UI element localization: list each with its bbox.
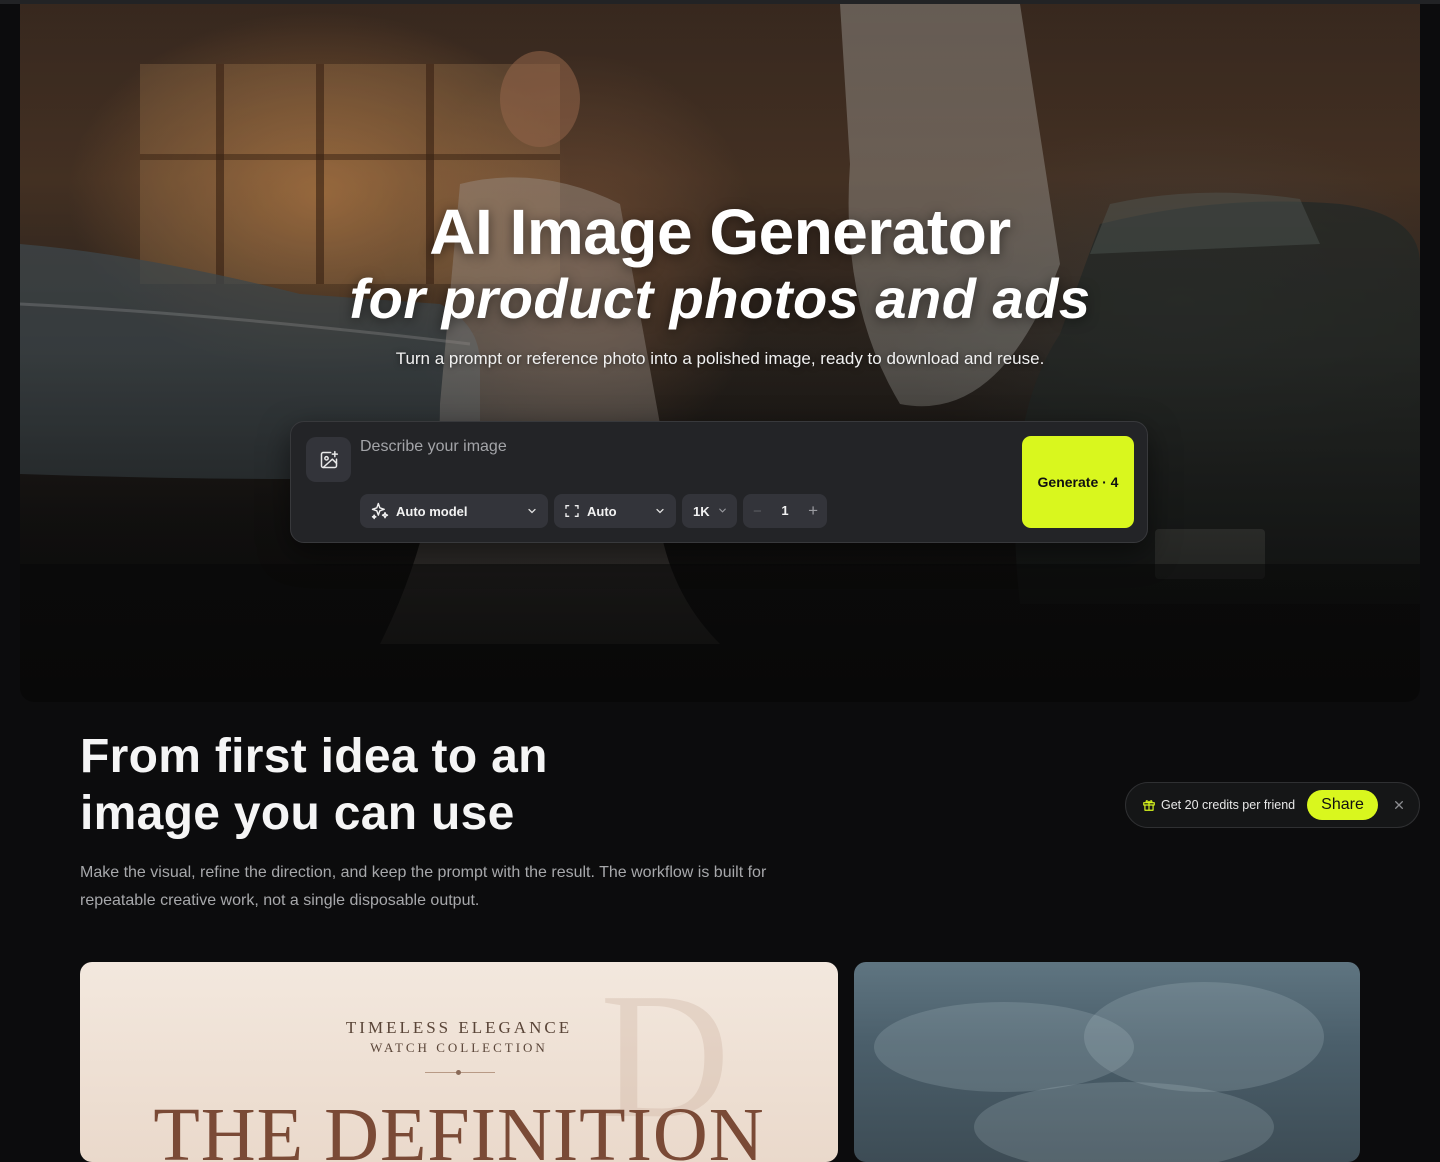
chevron-down-icon — [719, 508, 726, 513]
chevron-down-icon — [656, 508, 664, 514]
chevron-down-icon — [528, 508, 536, 514]
landscape-cloud — [974, 1082, 1274, 1162]
resolution-label: 1K — [693, 503, 710, 519]
section-description: Make the visual, refine the direction, a… — [80, 864, 767, 909]
prompt-input[interactable] — [360, 434, 1000, 460]
watch-card-divider-dot — [456, 1070, 461, 1075]
hero-title: AI Image Generator — [429, 196, 1011, 268]
hero-description: Turn a prompt or reference photo into a … — [395, 349, 1045, 368]
gift-icon — [1143, 800, 1155, 811]
landscape-cloud — [1084, 982, 1324, 1092]
sparkles-icon — [371, 502, 389, 520]
model-select[interactable]: Auto model — [360, 494, 548, 528]
prompt-composer: Auto model Auto 1K − 1 + Generate · 4 — [290, 421, 1148, 543]
watch-card-headline: THE DEFINITION — [153, 1093, 765, 1162]
referral-banner: Get 20 credits per friend Share — [1125, 782, 1420, 828]
aspect-ratio-select[interactable]: Auto — [554, 494, 676, 528]
increment-button[interactable]: + — [808, 501, 818, 521]
hero-section: AI Image Generator for product photos an… — [20, 4, 1420, 702]
upload-reference-button[interactable] — [306, 437, 351, 482]
image-count-stepper: − 1 + — [743, 494, 827, 528]
watch-card-subkicker: WATCH COLLECTION — [370, 1040, 548, 1055]
image-plus-icon — [320, 450, 338, 468]
hero-subtitle: for product photos and ads — [349, 267, 1091, 330]
example-card-landscape[interactable] — [854, 962, 1360, 1162]
generate-button[interactable]: Generate · 4 — [1022, 436, 1134, 528]
close-icon[interactable] — [1391, 797, 1407, 813]
frame-corners-icon — [565, 505, 579, 517]
resolution-select[interactable]: 1K — [682, 494, 737, 528]
watch-card-kicker: TIMELESS ELEGANCE — [345, 1018, 573, 1037]
section-title: From first idea to an image you can use — [80, 730, 548, 840]
example-card-watch[interactable]: D TIMELESS ELEGANCE WATCH COLLECTION THE… — [80, 962, 838, 1162]
referral-text: Get 20 credits per friend — [1161, 798, 1296, 812]
aspect-ratio-label: Auto — [587, 503, 617, 519]
share-button[interactable]: Share — [1307, 790, 1378, 820]
model-select-label: Auto model — [396, 503, 468, 519]
